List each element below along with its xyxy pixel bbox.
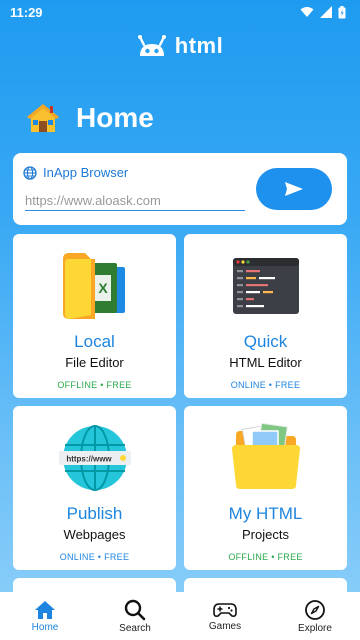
- inapp-browser-card: InApp Browser: [13, 153, 347, 225]
- publish-webpages-tile[interactable]: https://www Publish Webpages ONLINE • FR…: [13, 406, 176, 570]
- tile-badge: OFFLINE • FREE: [57, 380, 132, 390]
- battery-icon: [338, 5, 346, 18]
- status-time: 11:29: [10, 4, 43, 20]
- status-bar: 11:29: [0, 0, 360, 24]
- nav-label: Search: [119, 622, 151, 634]
- folder-excel-icon: X: [13, 248, 176, 324]
- tile-title: Publish: [66, 504, 123, 523]
- compass-icon: [305, 599, 325, 620]
- bottom-nav: Home Search Games Explore: [0, 592, 360, 640]
- tile-title: Local: [74, 332, 115, 351]
- tile-subtitle: HTML Editor: [229, 355, 302, 370]
- house-icon: [27, 104, 59, 132]
- nav-search[interactable]: Search: [90, 592, 180, 640]
- tile-subtitle: File Editor: [65, 355, 124, 370]
- browser-label-text: InApp Browser: [43, 165, 129, 180]
- tile-title: My HTML: [228, 504, 303, 523]
- app-title: html: [174, 33, 224, 58]
- tile-badge: ONLINE • FREE: [59, 552, 130, 562]
- page-heading: Home: [26, 98, 154, 138]
- my-html-projects-tile[interactable]: My HTML Projects OFFLINE • FREE: [184, 406, 347, 570]
- browser-label: InApp Browser: [23, 165, 128, 180]
- projects-folder-icon: [184, 420, 347, 496]
- nav-label: Games: [208, 620, 242, 632]
- robot-logo-icon: [137, 35, 166, 56]
- code-editor-icon: [184, 248, 347, 324]
- nav-label: Explore: [298, 622, 332, 634]
- go-button[interactable]: [256, 168, 332, 210]
- home-icon: [35, 600, 55, 619]
- app-header: html: [0, 30, 360, 62]
- signal-icon: [320, 6, 332, 18]
- tile-subtitle: Webpages: [63, 527, 126, 542]
- svg-text:https://www: https://www: [66, 455, 112, 464]
- quick-html-editor-tile[interactable]: Quick HTML Editor ONLINE • FREE: [184, 234, 347, 398]
- nav-home[interactable]: Home: [0, 592, 90, 640]
- url-input[interactable]: [25, 191, 245, 211]
- local-file-editor-tile[interactable]: X Local File Editor OFFLINE • FREE: [13, 234, 176, 398]
- globe-icon: [23, 165, 37, 180]
- search-icon: [124, 599, 146, 620]
- nav-explore[interactable]: Explore: [270, 592, 360, 640]
- status-icons: [300, 5, 346, 19]
- tile-subtitle: Projects: [242, 527, 289, 542]
- svg-text:X: X: [98, 280, 108, 296]
- page-title: Home: [76, 102, 154, 133]
- nav-games[interactable]: Games: [180, 592, 270, 640]
- wifi-icon: [300, 7, 314, 17]
- tile-badge: ONLINE • FREE: [230, 380, 301, 390]
- nav-label: Home: [31, 621, 59, 633]
- tile-title: Quick: [243, 332, 288, 351]
- tile-badge: OFFLINE • FREE: [228, 552, 303, 562]
- gamepad-icon: [213, 602, 237, 617]
- send-icon: [285, 182, 303, 196]
- www-globe-icon: https://www: [13, 420, 176, 496]
